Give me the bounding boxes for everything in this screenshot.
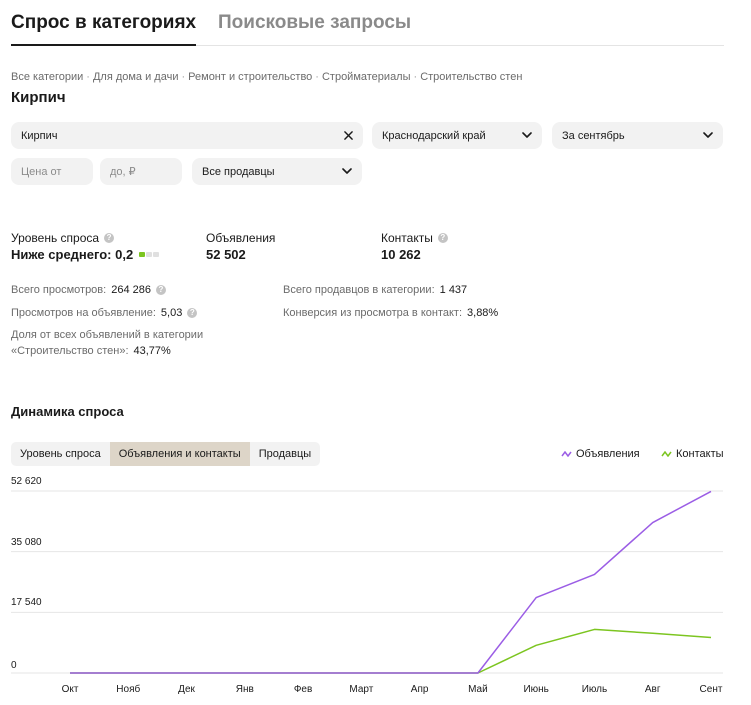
series-line-contacts[interactable] bbox=[70, 628, 712, 674]
series-line-ads[interactable] bbox=[70, 490, 712, 674]
x-tick-label: Дек bbox=[178, 684, 195, 695]
x-tick-label: Окт bbox=[61, 684, 79, 695]
x-tick-label: Авг bbox=[644, 684, 661, 695]
x-tick-label: Янв bbox=[235, 684, 254, 695]
x-tick-label: Нояб bbox=[116, 684, 141, 695]
x-tick-label: Фев bbox=[293, 684, 313, 695]
y-tick-label: 52 620 bbox=[11, 476, 42, 487]
y-tick-label: 35 080 bbox=[11, 536, 42, 548]
y-tick-label: 0 bbox=[11, 660, 17, 671]
y-tick-label: 17 540 bbox=[11, 597, 42, 609]
x-tick-label: Сент bbox=[699, 684, 723, 695]
x-tick-label: Май bbox=[468, 684, 488, 695]
demand-line-chart bbox=[11, 490, 723, 674]
x-tick-label: Июнь bbox=[523, 684, 549, 695]
x-tick-label: Июль bbox=[581, 684, 608, 695]
x-tick-label: Март bbox=[349, 684, 374, 695]
x-tick-label: Апр bbox=[410, 684, 429, 695]
